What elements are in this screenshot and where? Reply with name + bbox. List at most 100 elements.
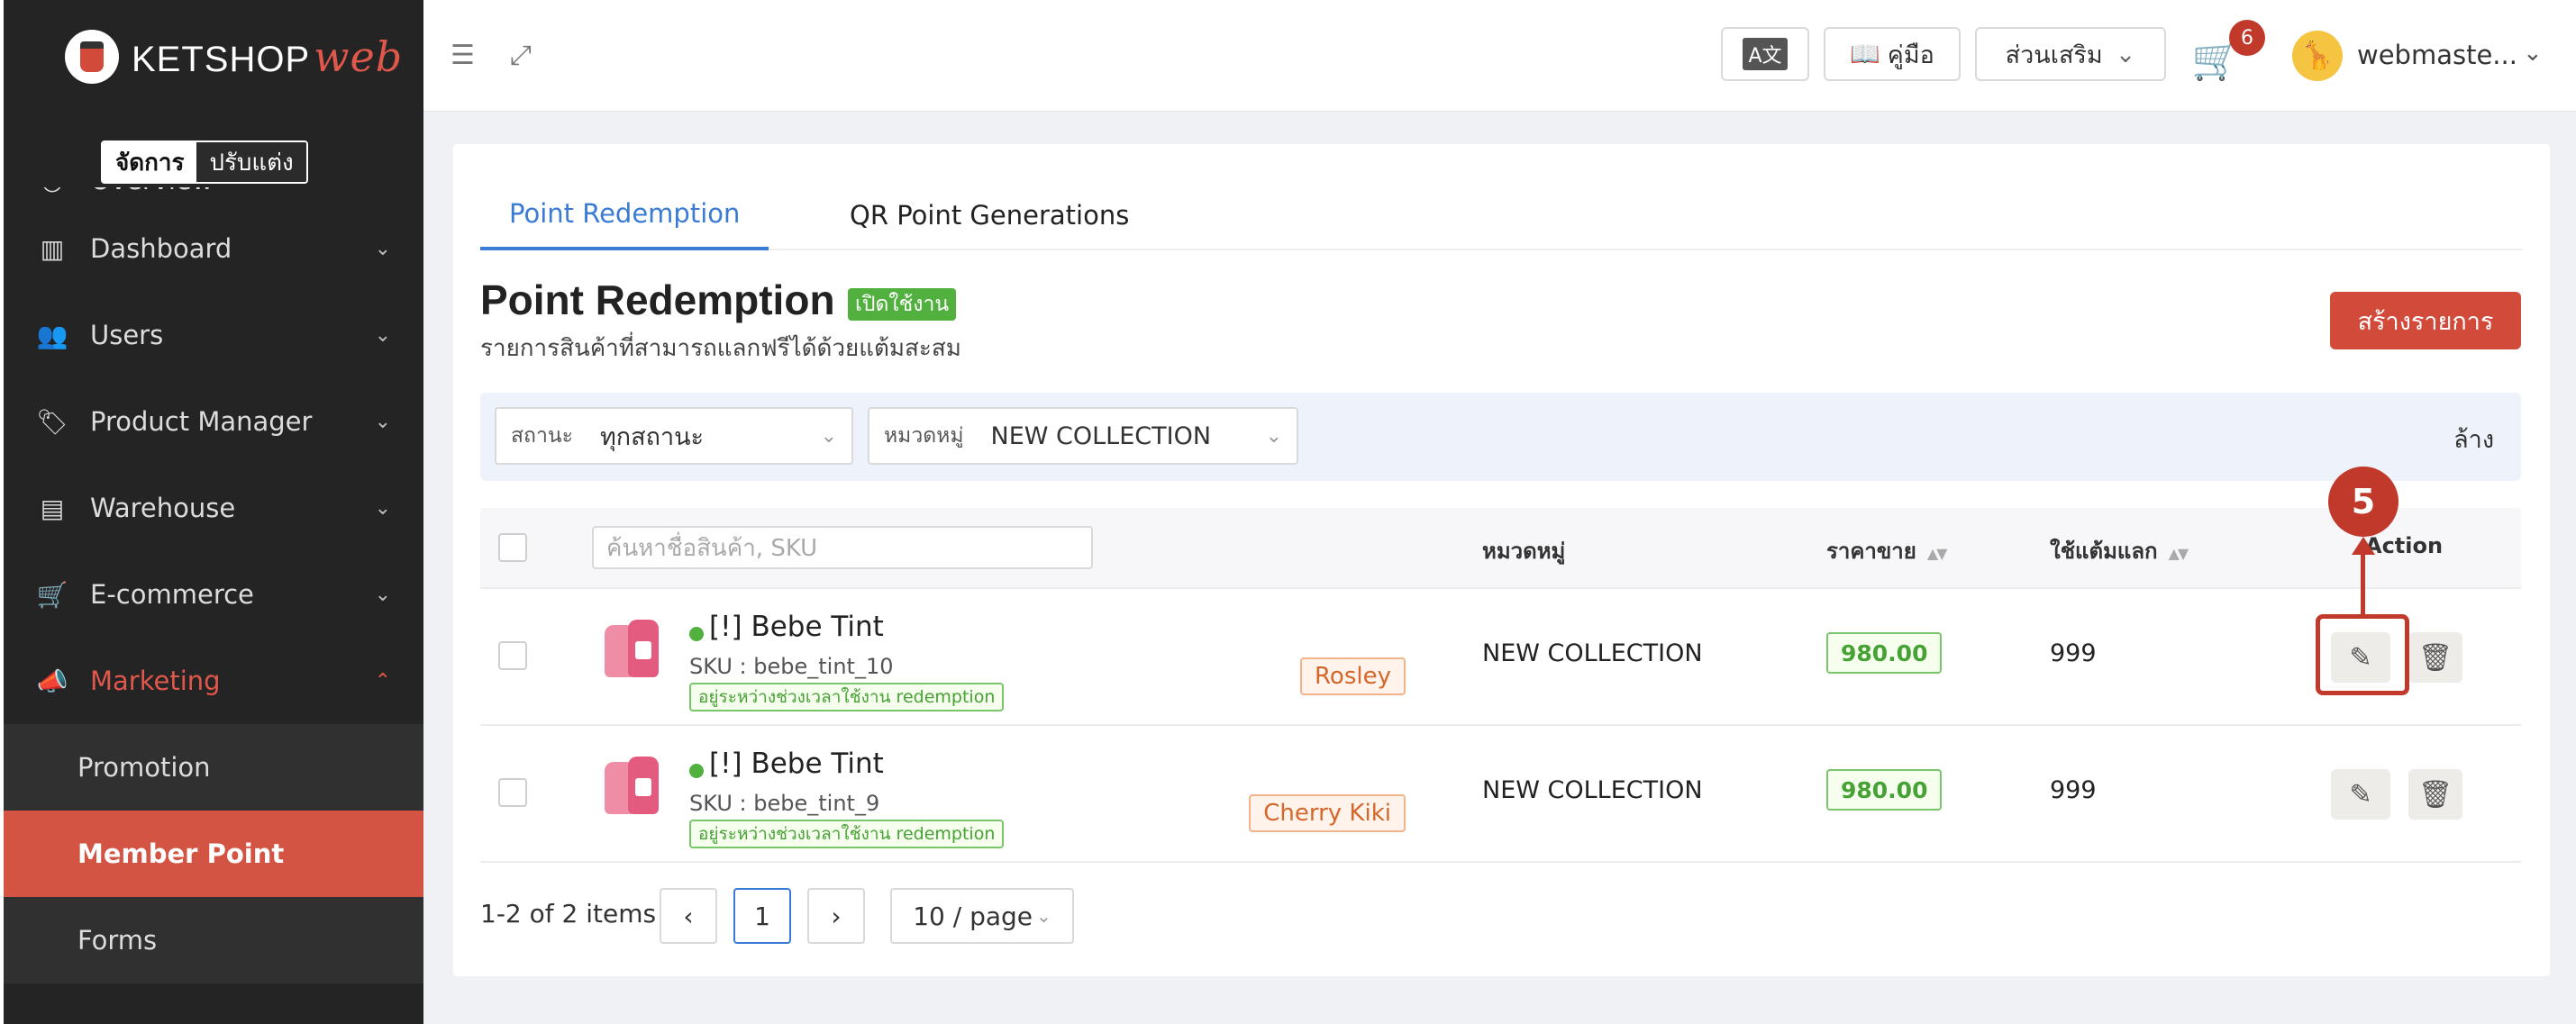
annotation-highlight-box [2316, 614, 2409, 695]
column-header-points[interactable]: ใช้แต้มแลก ▲▼ [2050, 533, 2189, 568]
sidebar-item-warehouse[interactable]: ▤ Warehouse ⌄ [4, 465, 423, 551]
sidebar-subitem-member-point[interactable]: Member Point [4, 811, 423, 897]
points-cell: 999 [2050, 776, 2097, 804]
sort-icon[interactable]: ▲▼ [2169, 545, 2189, 562]
chevron-down-icon[interactable]: ⌄ [2523, 40, 2543, 67]
annotation-step-badge: 5 [2328, 467, 2399, 537]
column-header-category: หมวดหมู่ [1482, 539, 1566, 564]
mode-manage[interactable]: จัดการ [103, 142, 197, 182]
product-name[interactable]: [!] Bebe Tint [709, 611, 884, 643]
cart-count-badge: 6 [2229, 20, 2265, 56]
prev-page-button[interactable]: ‹ [660, 888, 717, 944]
search-input[interactable]: ค้นหาชื่อสินค้า, SKU [592, 526, 1093, 569]
trash-icon: 🗑 [2417, 778, 2453, 811]
price-tag: 980.00 [1826, 632, 1943, 674]
next-page-button[interactable]: › [807, 888, 865, 944]
mode-switch[interactable]: จัดการ ปรับแต่ง [101, 140, 308, 184]
product-sku: SKU : bebe_tint_9 [689, 791, 880, 816]
page-size-select[interactable]: 10 / page ⌄ [890, 888, 1074, 944]
pagination-summary: 1-2 of 2 items [480, 899, 657, 929]
overview-icon: ◔ [36, 187, 68, 195]
delete-button[interactable]: 🗑 [2408, 632, 2462, 683]
tab-qr-point-generations[interactable]: QR Point Generations [850, 180, 1129, 250]
chevron-down-icon: ⌄ [374, 237, 391, 260]
tab-point-redemption[interactable]: Point Redemption [480, 180, 769, 250]
tab-bar: Point Redemption QR Point Generations [480, 180, 2523, 250]
users-icon: 👥 [36, 320, 68, 350]
chart-icon: ▥ [40, 233, 65, 264]
category-filter-select[interactable]: หมวดหมู่ NEW COLLECTION ⌄ [868, 407, 1298, 465]
brand-logo[interactable]: KETSHOPweb [65, 25, 403, 88]
sidebar: KETSHOPweb จัดการ ปรับแต่ง ◔ Overview ▥ … [0, 0, 423, 1024]
price-tag: 980.00 [1826, 769, 1943, 811]
redemption-period-tag: อยู่ระหว่างช่วงเวลาใช้งาน redemption [689, 683, 1005, 711]
cart-icon: 🛒 [36, 579, 68, 610]
column-header-action: Action [2365, 533, 2444, 558]
chevron-down-icon: ⌄ [374, 496, 391, 520]
category-cell: NEW COLLECTION [1482, 776, 1703, 804]
variant-tag: Cherry Kiki [1249, 794, 1406, 832]
language-button[interactable]: A文 [1721, 27, 1809, 81]
table-row: [!] Bebe Tint SKU : bebe_tint_10 อยู่ระห… [480, 589, 2521, 726]
main-card: Point Redemption QR Point Generations Po… [453, 144, 2550, 976]
product-thumbnail[interactable] [601, 616, 669, 688]
page-1-button[interactable]: 1 [733, 888, 791, 944]
annotation-arrow-icon [2352, 537, 2375, 555]
username[interactable]: webmaste... [2357, 40, 2517, 70]
sort-icon[interactable]: ▲▼ [1927, 545, 1948, 562]
topbar [423, 0, 2576, 112]
chevron-down-icon: ⌄ [374, 410, 391, 433]
sidebar-subitem-forms[interactable]: Forms [4, 897, 423, 983]
delete-button[interactable]: 🗑 [2408, 769, 2462, 820]
avatar[interactable]: 🦒 [2292, 31, 2343, 81]
status-filter-select[interactable]: สถานะ ทุกสถานะ ⌄ [495, 407, 853, 465]
points-cell: 999 [2050, 639, 2097, 667]
fullscreen-icon[interactable]: ⤢ [510, 40, 532, 71]
chevron-right-icon: › [831, 901, 842, 931]
sidebar-item-marketing[interactable]: 📣 Marketing ⌃ [4, 638, 423, 724]
row-checkbox[interactable] [498, 641, 527, 670]
product-name[interactable]: [!] Bebe Tint [709, 748, 884, 780]
sidebar-item-product-manager[interactable]: 🏷 Product Manager ⌄ [4, 378, 423, 465]
sidebar-subitem-promotion[interactable]: Promotion [4, 724, 423, 811]
collapse-menu-icon[interactable]: ☰ [451, 40, 475, 71]
sidebar-item-dashboard[interactable]: ▥ Dashboard ⌄ [4, 205, 423, 292]
sidebar-item-ecommerce[interactable]: 🛒 E-commerce ⌄ [4, 551, 423, 638]
sidebar-item-users[interactable]: 👥 Users ⌄ [4, 292, 423, 378]
trash-icon: 🗑 [2417, 641, 2453, 674]
ketshop-logo-icon [65, 30, 119, 84]
annotation-arrow-line [2361, 544, 2365, 616]
edit-button[interactable]: ✎ [2331, 769, 2390, 820]
chevron-down-icon: ⌄ [1036, 905, 1051, 927]
mode-customize[interactable]: ปรับแต่ง [196, 142, 306, 182]
select-all-checkbox[interactable] [498, 533, 527, 562]
category-cell: NEW COLLECTION [1482, 639, 1703, 667]
table-row: [!] Bebe Tint SKU : bebe_tint_9 อยู่ระหว… [480, 726, 2521, 863]
book-icon: 📖 [1850, 41, 1880, 68]
filter-bar: สถานะ ทุกสถานะ ⌄ หมวดหมู่ NEW COLLECTION… [480, 393, 2521, 481]
translate-icon: A文 [1743, 38, 1788, 70]
product-sku: SKU : bebe_tint_10 [689, 654, 894, 679]
megaphone-icon: 📣 [36, 666, 68, 696]
guide-button[interactable]: 📖 คู่มือ [1824, 27, 1961, 81]
chevron-down-icon: ⌄ [2115, 40, 2136, 68]
chevron-down-icon: ⌄ [374, 323, 391, 347]
table-header: ค้นหาชื่อสินค้า, SKU หมวดหมู่ ราคาขาย ▲▼ … [480, 508, 2521, 589]
page-title: Point Redemption [480, 276, 835, 323]
pencil-icon: ✎ [2349, 778, 2372, 811]
chevron-down-icon: ⌄ [374, 583, 391, 606]
variant-tag: Rosley [1300, 657, 1406, 695]
chevron-down-icon: ⌄ [820, 424, 837, 448]
tag-icon: 🏷 [36, 406, 68, 437]
redemption-period-tag: อยู่ระหว่างช่วงเวลาใช้งาน redemption [689, 820, 1005, 848]
active-status-dot [689, 764, 704, 778]
column-header-price[interactable]: ราคาขาย ▲▼ [1826, 533, 1948, 568]
brand-name: KETSHOP [132, 40, 311, 79]
row-checkbox[interactable] [498, 778, 527, 807]
clear-filters-button[interactable]: ล้าง [2453, 420, 2494, 458]
warehouse-icon: ▤ [40, 493, 65, 523]
product-thumbnail[interactable] [601, 753, 669, 825]
create-item-button[interactable]: สร้างรายการ [2330, 292, 2521, 349]
addons-dropdown[interactable]: ส่วนเสริม ⌄ [1975, 27, 2166, 81]
active-status-dot [689, 627, 704, 641]
